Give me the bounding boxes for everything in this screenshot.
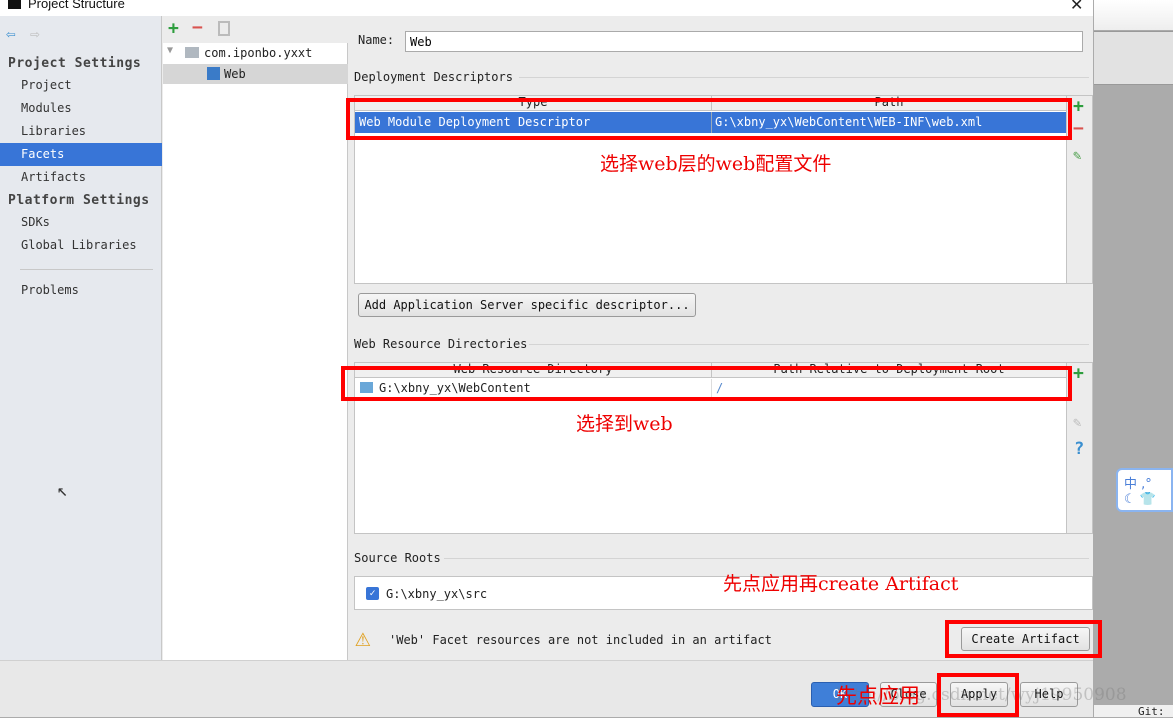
divider — [444, 558, 1089, 559]
sidebar-item-global-libraries[interactable]: Global Libraries — [0, 234, 162, 257]
warning-icon: ⚠ — [355, 623, 371, 653]
deployment-descriptors-title: Deployment Descriptors — [354, 70, 513, 84]
skin-shirt-icon[interactable]: 👕 — [1140, 492, 1156, 507]
sidebar-item-artifacts[interactable]: Artifacts — [0, 166, 162, 189]
ime-status: 中 ,° — [1124, 477, 1152, 492]
annotation-text: 先点应用 — [836, 684, 920, 708]
help-question-icon[interactable]: ? — [1074, 439, 1084, 459]
annotation-box-apply — [937, 673, 1019, 717]
back-arrow-icon[interactable]: ⇦ — [6, 24, 16, 43]
facet-tree: + − ▼ com.iponbo.yxxt Web — [163, 16, 348, 660]
add-server-descriptor-button[interactable]: Add Application Server specific descript… — [358, 293, 696, 317]
add-icon[interactable]: + — [1073, 363, 1084, 384]
annotation-box-resource — [341, 366, 1072, 401]
window-title: Project Structure — [28, 0, 125, 11]
platform-settings-header: Platform Settings — [8, 193, 150, 208]
add-icon[interactable]: + — [1073, 96, 1084, 117]
expand-arrow-icon[interactable]: ▼ — [167, 45, 173, 56]
intellij-icon — [8, 0, 21, 9]
moon-icon[interactable]: ☾ — [1124, 492, 1136, 507]
add-icon[interactable]: + — [168, 18, 179, 39]
sidebar: ⇦ ⇨ Project Settings Project Modules Lib… — [0, 16, 162, 660]
annotation-box-descriptor — [346, 98, 1072, 140]
annotation-text: 选择到web — [576, 413, 673, 435]
dialog-footer: OK Close Apply Help http://blog.csdn.net… — [0, 660, 1127, 717]
source-root-checkbox[interactable]: ✓ — [366, 587, 379, 600]
tree-node-label: Web — [224, 67, 246, 81]
edit-pencil-icon[interactable]: ✎ — [1073, 148, 1081, 164]
remove-icon[interactable]: − — [192, 17, 203, 38]
warning-text: 'Web' Facet resources are not included i… — [389, 633, 772, 647]
sidebar-item-sdks[interactable]: SDKs — [0, 211, 162, 234]
name-label: Name: — [358, 33, 395, 47]
sidebar-item-facets[interactable]: Facets — [0, 143, 162, 166]
source-root-path: G:\xbny_yx\src — [386, 587, 488, 601]
title-bar: Project Structure ✕ — [0, 0, 1093, 16]
divider — [519, 77, 1089, 78]
annotation-box-create-artifact — [945, 620, 1102, 658]
remove-icon[interactable]: − — [1073, 118, 1084, 139]
tree-node-label: com.iponbo.yxxt — [204, 46, 313, 60]
annotation-text: 先点应用再create Artifact — [723, 573, 959, 595]
module-folder-icon — [185, 47, 199, 58]
forward-arrow-icon[interactable]: ⇨ — [30, 24, 40, 43]
git-status: Git: — [1138, 705, 1165, 718]
sidebar-item-modules[interactable]: Modules — [0, 97, 162, 120]
tree-node-module[interactable]: ▼ com.iponbo.yxxt — [163, 44, 348, 62]
sidebar-item-libraries[interactable]: Libraries — [0, 120, 162, 143]
copy-icon[interactable] — [218, 21, 230, 36]
background-toolbar — [1094, 31, 1173, 85]
tree-toolbar: + − — [163, 16, 348, 43]
tree-node-web[interactable]: Web — [163, 64, 348, 84]
source-roots-title: Source Roots — [354, 551, 441, 565]
web-resource-directories-title: Web Resource Directories — [354, 337, 528, 351]
background-statusbar: Git: — [1094, 705, 1173, 718]
project-settings-header: Project Settings — [8, 56, 142, 71]
edit-pencil-icon[interactable]: ✎ — [1073, 415, 1081, 431]
web-facet-icon — [207, 67, 220, 80]
ime-toolbar[interactable]: 中 ,° ☾ 👕 — [1116, 468, 1173, 512]
background-window-top — [1094, 0, 1173, 30]
divider — [20, 269, 153, 270]
mouse-cursor-icon: ↖ — [57, 480, 68, 501]
sidebar-item-project[interactable]: Project — [0, 74, 162, 97]
sidebar-item-problems[interactable]: Problems — [0, 279, 162, 302]
close-icon[interactable]: ✕ — [1070, 0, 1083, 15]
name-input[interactable] — [405, 31, 1083, 52]
annotation-text: 选择web层的web配置文件 — [600, 153, 832, 175]
divider — [529, 344, 1089, 345]
